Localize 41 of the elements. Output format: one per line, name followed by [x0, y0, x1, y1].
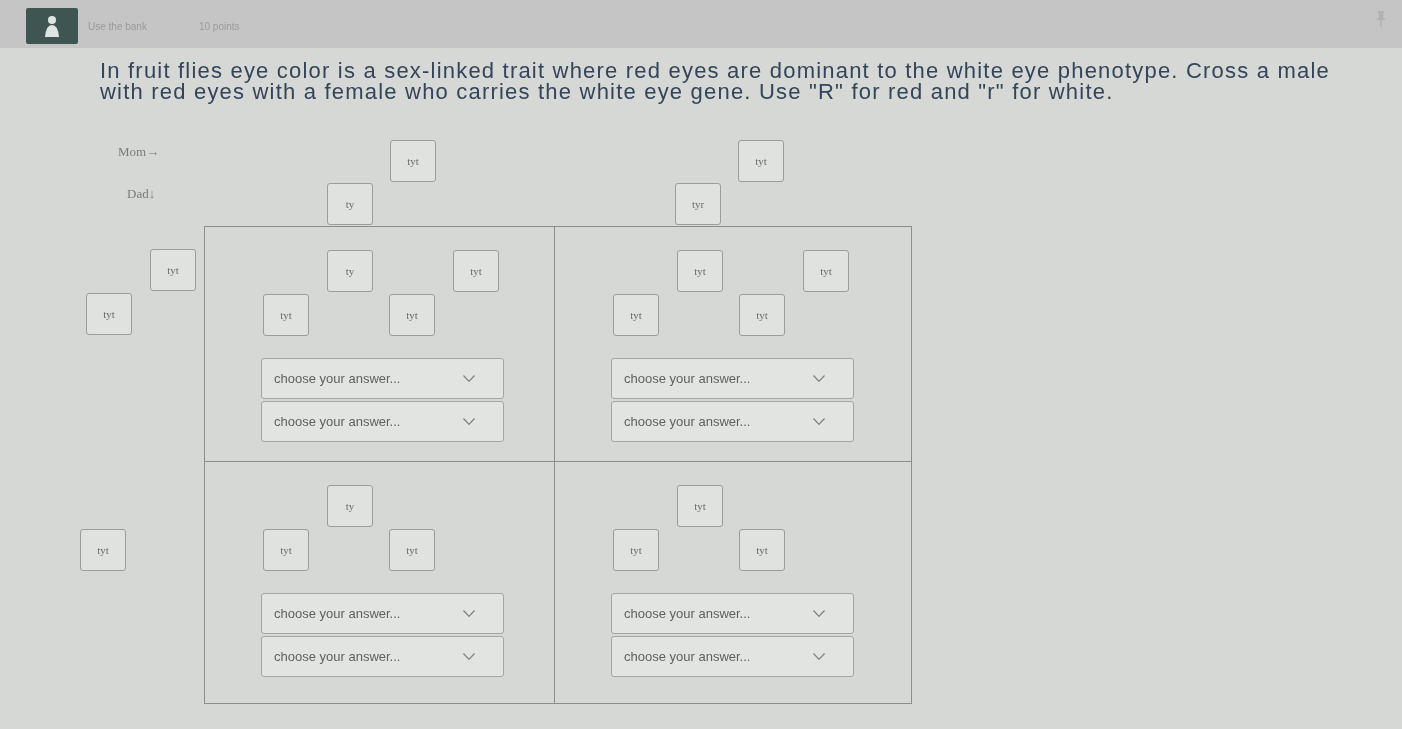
drop-tile[interactable]: ty	[327, 250, 373, 292]
chevron-down-icon	[813, 418, 825, 425]
answer-dropdown[interactable]: choose your answer...	[611, 401, 854, 442]
chevron-down-icon	[813, 610, 825, 617]
drop-tile[interactable]: ty	[327, 183, 373, 225]
drop-tile[interactable]: tyt	[453, 250, 499, 292]
drop-tile[interactable]: tyt	[739, 294, 785, 336]
drop-tile[interactable]: ty	[327, 485, 373, 527]
drop-tile[interactable]: tyt	[389, 529, 435, 571]
answer-dropdown[interactable]: choose your answer...	[611, 593, 854, 634]
drop-tile[interactable]: tyt	[677, 485, 723, 527]
drop-tile[interactable]: tyt	[677, 250, 723, 292]
chevron-down-icon	[463, 375, 475, 382]
drop-tile[interactable]: tyr	[675, 183, 721, 225]
question-text: In fruit flies eye color is a sex-linked trait where red eyes are dominant to the white eye phenotype. Cross a male with red eyes with a female who carries the white eye gene. Use "R" for red and "r" for white.	[100, 60, 1331, 102]
chevron-down-icon	[463, 610, 475, 617]
drop-tile[interactable]: tyt	[389, 294, 435, 336]
chevron-down-icon	[463, 653, 475, 660]
drop-tile[interactable]: tyt	[738, 140, 784, 182]
drop-tile[interactable]: tyt	[803, 250, 849, 292]
mom-label: Mom→	[118, 144, 160, 160]
drop-tile[interactable]: tyt	[80, 529, 126, 571]
answer-dropdown[interactable]: choose your answer...	[261, 593, 504, 634]
chevron-down-icon	[813, 375, 825, 382]
drop-tile[interactable]: tyt	[739, 529, 785, 571]
answer-dropdown[interactable]: choose your answer...	[261, 636, 504, 677]
drop-tile[interactable]: tyt	[150, 249, 196, 291]
person-icon	[26, 8, 78, 44]
drop-tile[interactable]: tyt	[613, 294, 659, 336]
drop-tile[interactable]: tyt	[86, 293, 132, 335]
answer-dropdown[interactable]: choose your answer...	[261, 358, 504, 399]
drop-tile[interactable]: tyt	[263, 294, 309, 336]
drop-tile[interactable]: tyt	[263, 529, 309, 571]
dad-label: Dad↓	[127, 186, 156, 202]
answer-dropdown[interactable]: choose your answer...	[261, 401, 504, 442]
drop-tile[interactable]: tyt	[390, 140, 436, 182]
answer-dropdown[interactable]: choose your answer...	[611, 636, 854, 677]
chevron-down-icon	[813, 653, 825, 660]
answer-dropdown[interactable]: choose your answer...	[611, 358, 854, 399]
chevron-down-icon	[463, 418, 475, 425]
drop-tile[interactable]: tyt	[613, 529, 659, 571]
